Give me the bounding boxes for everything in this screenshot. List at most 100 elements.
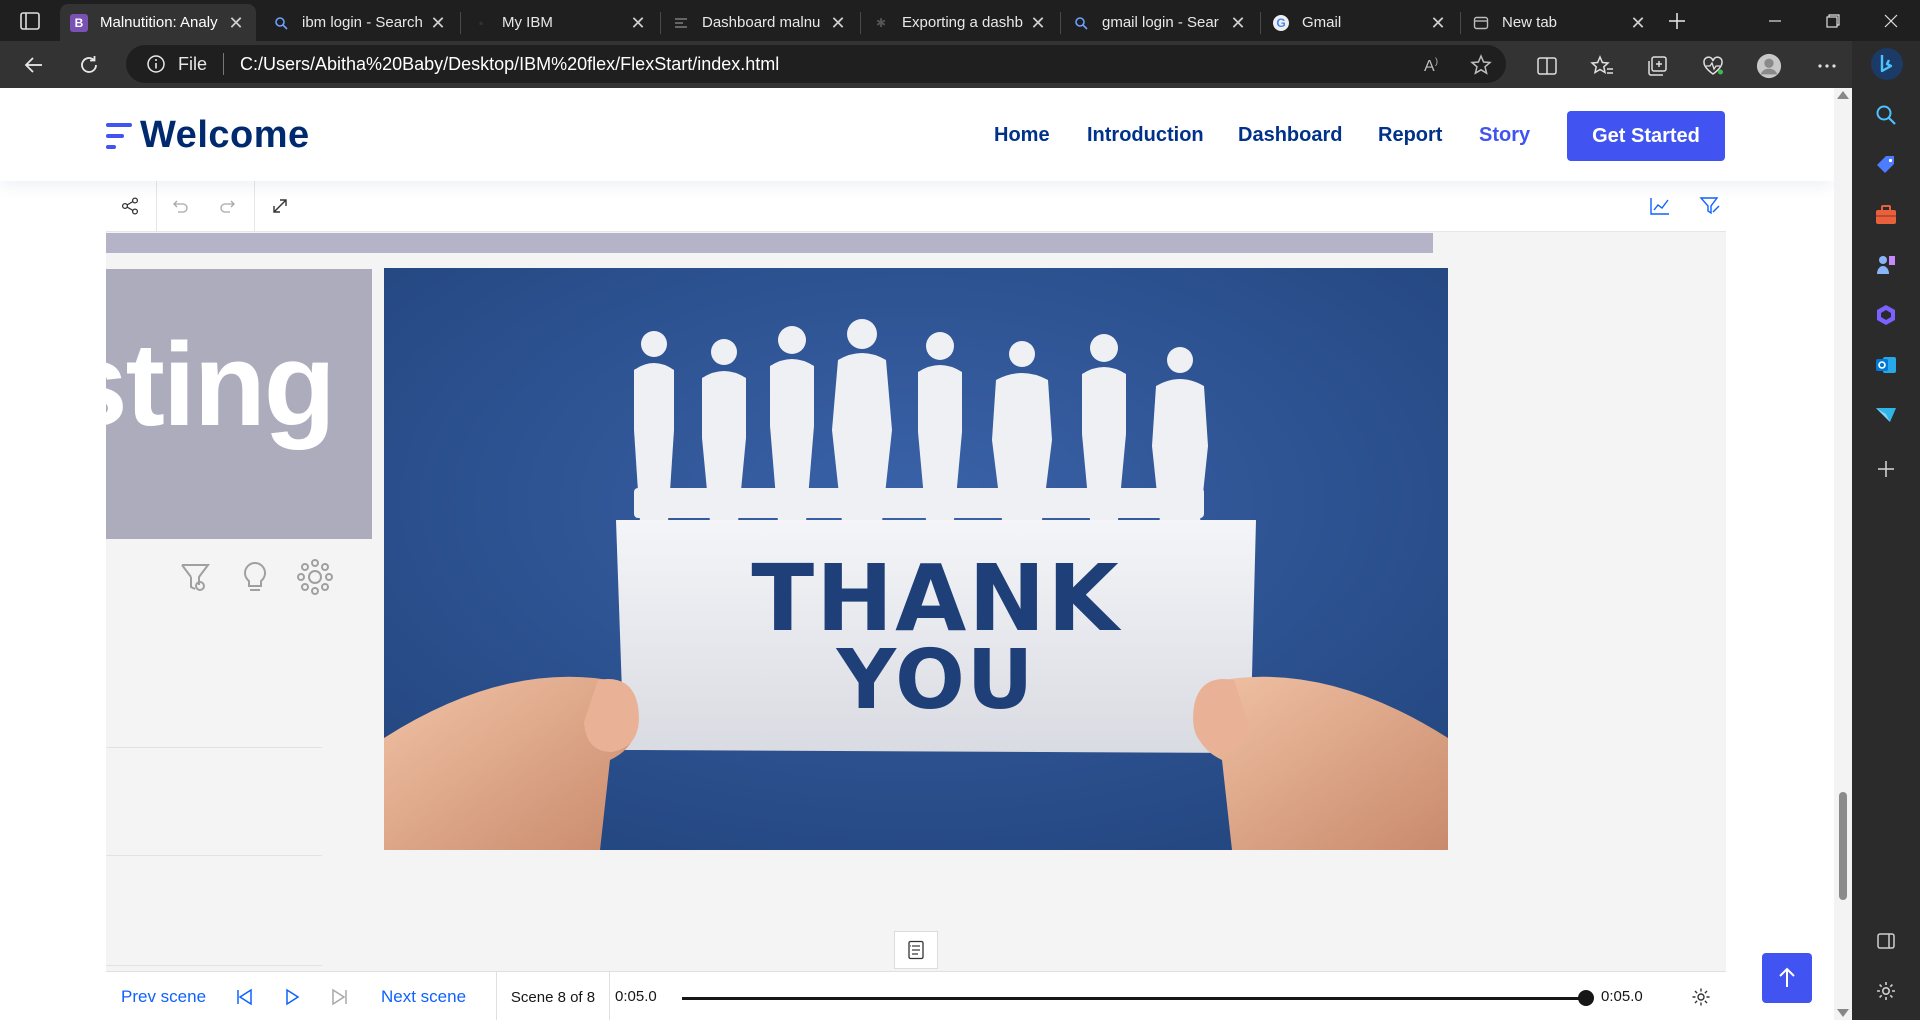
next-scene-button[interactable]: Next scene: [381, 987, 466, 1007]
nav-home[interactable]: Home: [994, 124, 1050, 147]
close-icon[interactable]: ✕: [1628, 13, 1648, 33]
split-screen-icon[interactable]: [1534, 53, 1560, 79]
tab-title: Exporting a dashb: [902, 14, 1023, 31]
svg-text:): ): [1435, 56, 1438, 66]
tab-malnutrition[interactable]: B Malnutition: Analy ✕: [60, 4, 256, 41]
skip-forward-icon[interactable]: [328, 985, 352, 1009]
close-icon[interactable]: ✕: [428, 13, 448, 33]
tab-gmail[interactable]: G Gmail ✕: [1262, 4, 1458, 41]
scroll-thumb[interactable]: [1839, 792, 1847, 900]
tab-title: Dashboard malnu: [702, 14, 821, 31]
filter-edit-icon[interactable]: [1698, 194, 1722, 218]
thank-you-image: THANK YOU: [384, 268, 1448, 850]
more-menu-icon[interactable]: [1814, 53, 1840, 79]
card-text-line2: YOU: [836, 633, 1036, 728]
back-to-top-button[interactable]: [1762, 953, 1812, 1003]
microsoft365-icon[interactable]: [1872, 301, 1900, 329]
info-icon[interactable]: [146, 54, 166, 74]
scene-counter: Scene 8 of 8: [496, 972, 610, 1020]
get-started-button[interactable]: Get Started: [1567, 111, 1725, 161]
fullscreen-icon[interactable]: [268, 194, 292, 218]
close-icon[interactable]: ✕: [1028, 13, 1048, 33]
current-time: 0:05.0: [615, 988, 657, 1005]
site-header: Welcome Home Introduction Dashboard Repo…: [0, 88, 1834, 181]
share-icon[interactable]: [118, 194, 142, 218]
settings-gear-icon[interactable]: [1689, 985, 1713, 1009]
card-heading: sting: [106, 319, 336, 451]
notes-button[interactable]: [894, 931, 938, 969]
shopping-tag-icon[interactable]: [1872, 151, 1900, 179]
insights-chart-icon[interactable]: [1648, 194, 1672, 218]
scroll-up-arrow-icon[interactable]: [1837, 91, 1849, 99]
ibm-icon: ▪: [478, 15, 484, 30]
new-tab-button[interactable]: [1654, 0, 1700, 41]
add-icon[interactable]: [1872, 455, 1900, 483]
tab-title: My IBM: [502, 14, 553, 31]
relationships-icon[interactable]: [296, 558, 334, 596]
collections-icon[interactable]: [1644, 53, 1670, 79]
tab-title: Malnutition: Analy: [100, 14, 218, 31]
close-icon[interactable]: ✕: [226, 13, 246, 33]
tools-briefcase-icon[interactable]: [1872, 201, 1900, 229]
favorites-icon[interactable]: [1589, 53, 1615, 79]
timeline-slider[interactable]: [682, 990, 1594, 1006]
site-logo[interactable]: Welcome: [106, 114, 310, 157]
tab-gmail-login-search[interactable]: gmail login - Sear ✕: [1062, 4, 1258, 41]
profile-avatar[interactable]: [1756, 53, 1782, 79]
sidebar-toggle-icon[interactable]: [1872, 927, 1900, 955]
games-icon[interactable]: [1872, 251, 1900, 279]
close-icon[interactable]: ✕: [1228, 13, 1248, 33]
tab-exporting-dashboard[interactable]: ✱ Exporting a dashb ✕: [862, 4, 1058, 41]
scene-banner-strip: [106, 233, 1433, 253]
bing-copilot-icon[interactable]: [1870, 47, 1904, 81]
filter-icon[interactable]: [176, 558, 214, 596]
close-icon[interactable]: ✕: [1428, 13, 1448, 33]
cognos-icon: [672, 14, 690, 32]
favorite-star-icon[interactable]: [1470, 54, 1492, 76]
minimize-icon[interactable]: [1752, 0, 1798, 41]
nav-introduction[interactable]: Introduction: [1087, 124, 1204, 147]
url-text[interactable]: C:/Users/Abitha%20Baby/Desktop/IBM%20fle…: [240, 54, 779, 75]
tab-separator: [1260, 12, 1261, 34]
scheme-label: File: [178, 53, 208, 74]
refresh-icon[interactable]: [75, 51, 103, 79]
divider: [106, 747, 322, 748]
play-icon[interactable]: [280, 985, 304, 1009]
tab-actions-icon[interactable]: [18, 9, 42, 33]
page-scrollbar[interactable]: [1834, 88, 1852, 1020]
tab-new-tab[interactable]: New tab ✕: [1462, 4, 1658, 41]
back-arrow-icon[interactable]: [20, 51, 48, 79]
redo-icon[interactable]: [216, 194, 240, 218]
drop-send-icon[interactable]: [1872, 401, 1900, 429]
prev-scene-button[interactable]: Prev scene: [121, 987, 206, 1007]
close-icon[interactable]: ✕: [628, 13, 648, 33]
page-viewport: Welcome Home Introduction Dashboard Repo…: [0, 88, 1834, 1020]
insight-bulb-icon[interactable]: [236, 558, 274, 596]
nav-dashboard[interactable]: Dashboard: [1238, 124, 1342, 147]
end-time: 0:05.0: [1601, 988, 1643, 1005]
search-icon: [1072, 14, 1090, 32]
settings-gear-icon[interactable]: [1872, 977, 1900, 1005]
read-aloud-icon[interactable]: A): [1422, 54, 1444, 76]
browser-essentials-icon[interactable]: [1700, 53, 1726, 79]
ibm-community-icon: ✱: [875, 15, 887, 30]
tab-dashboard-malnu[interactable]: Dashboard malnu ✕: [662, 4, 858, 41]
search-icon[interactable]: [1872, 101, 1900, 129]
close-icon[interactable]: ✕: [828, 13, 848, 33]
restore-icon[interactable]: [1810, 0, 1856, 41]
logo-mark-icon: [106, 119, 132, 153]
address-bar[interactable]: File C:/Users/Abitha%20Baby/Desktop/IBM%…: [126, 45, 1506, 83]
tab-ibm-login-search[interactable]: ibm login - Search ✕: [262, 4, 458, 41]
window-close-icon[interactable]: [1868, 0, 1914, 41]
skip-back-icon[interactable]: [232, 985, 256, 1009]
logo-text: Welcome: [140, 114, 310, 156]
scroll-down-arrow-icon[interactable]: [1837, 1009, 1849, 1017]
timeline-handle[interactable]: [1578, 990, 1594, 1006]
scene-player: Prev scene Next scene Scene 8 of 8 0:05.…: [106, 971, 1726, 1020]
nav-story[interactable]: Story: [1479, 124, 1530, 147]
outlook-icon[interactable]: [1872, 351, 1900, 379]
svg-text:A: A: [1424, 58, 1435, 75]
undo-icon[interactable]: [168, 194, 192, 218]
tab-my-ibm[interactable]: ▪ My IBM ✕: [462, 4, 658, 41]
nav-report[interactable]: Report: [1378, 124, 1442, 147]
